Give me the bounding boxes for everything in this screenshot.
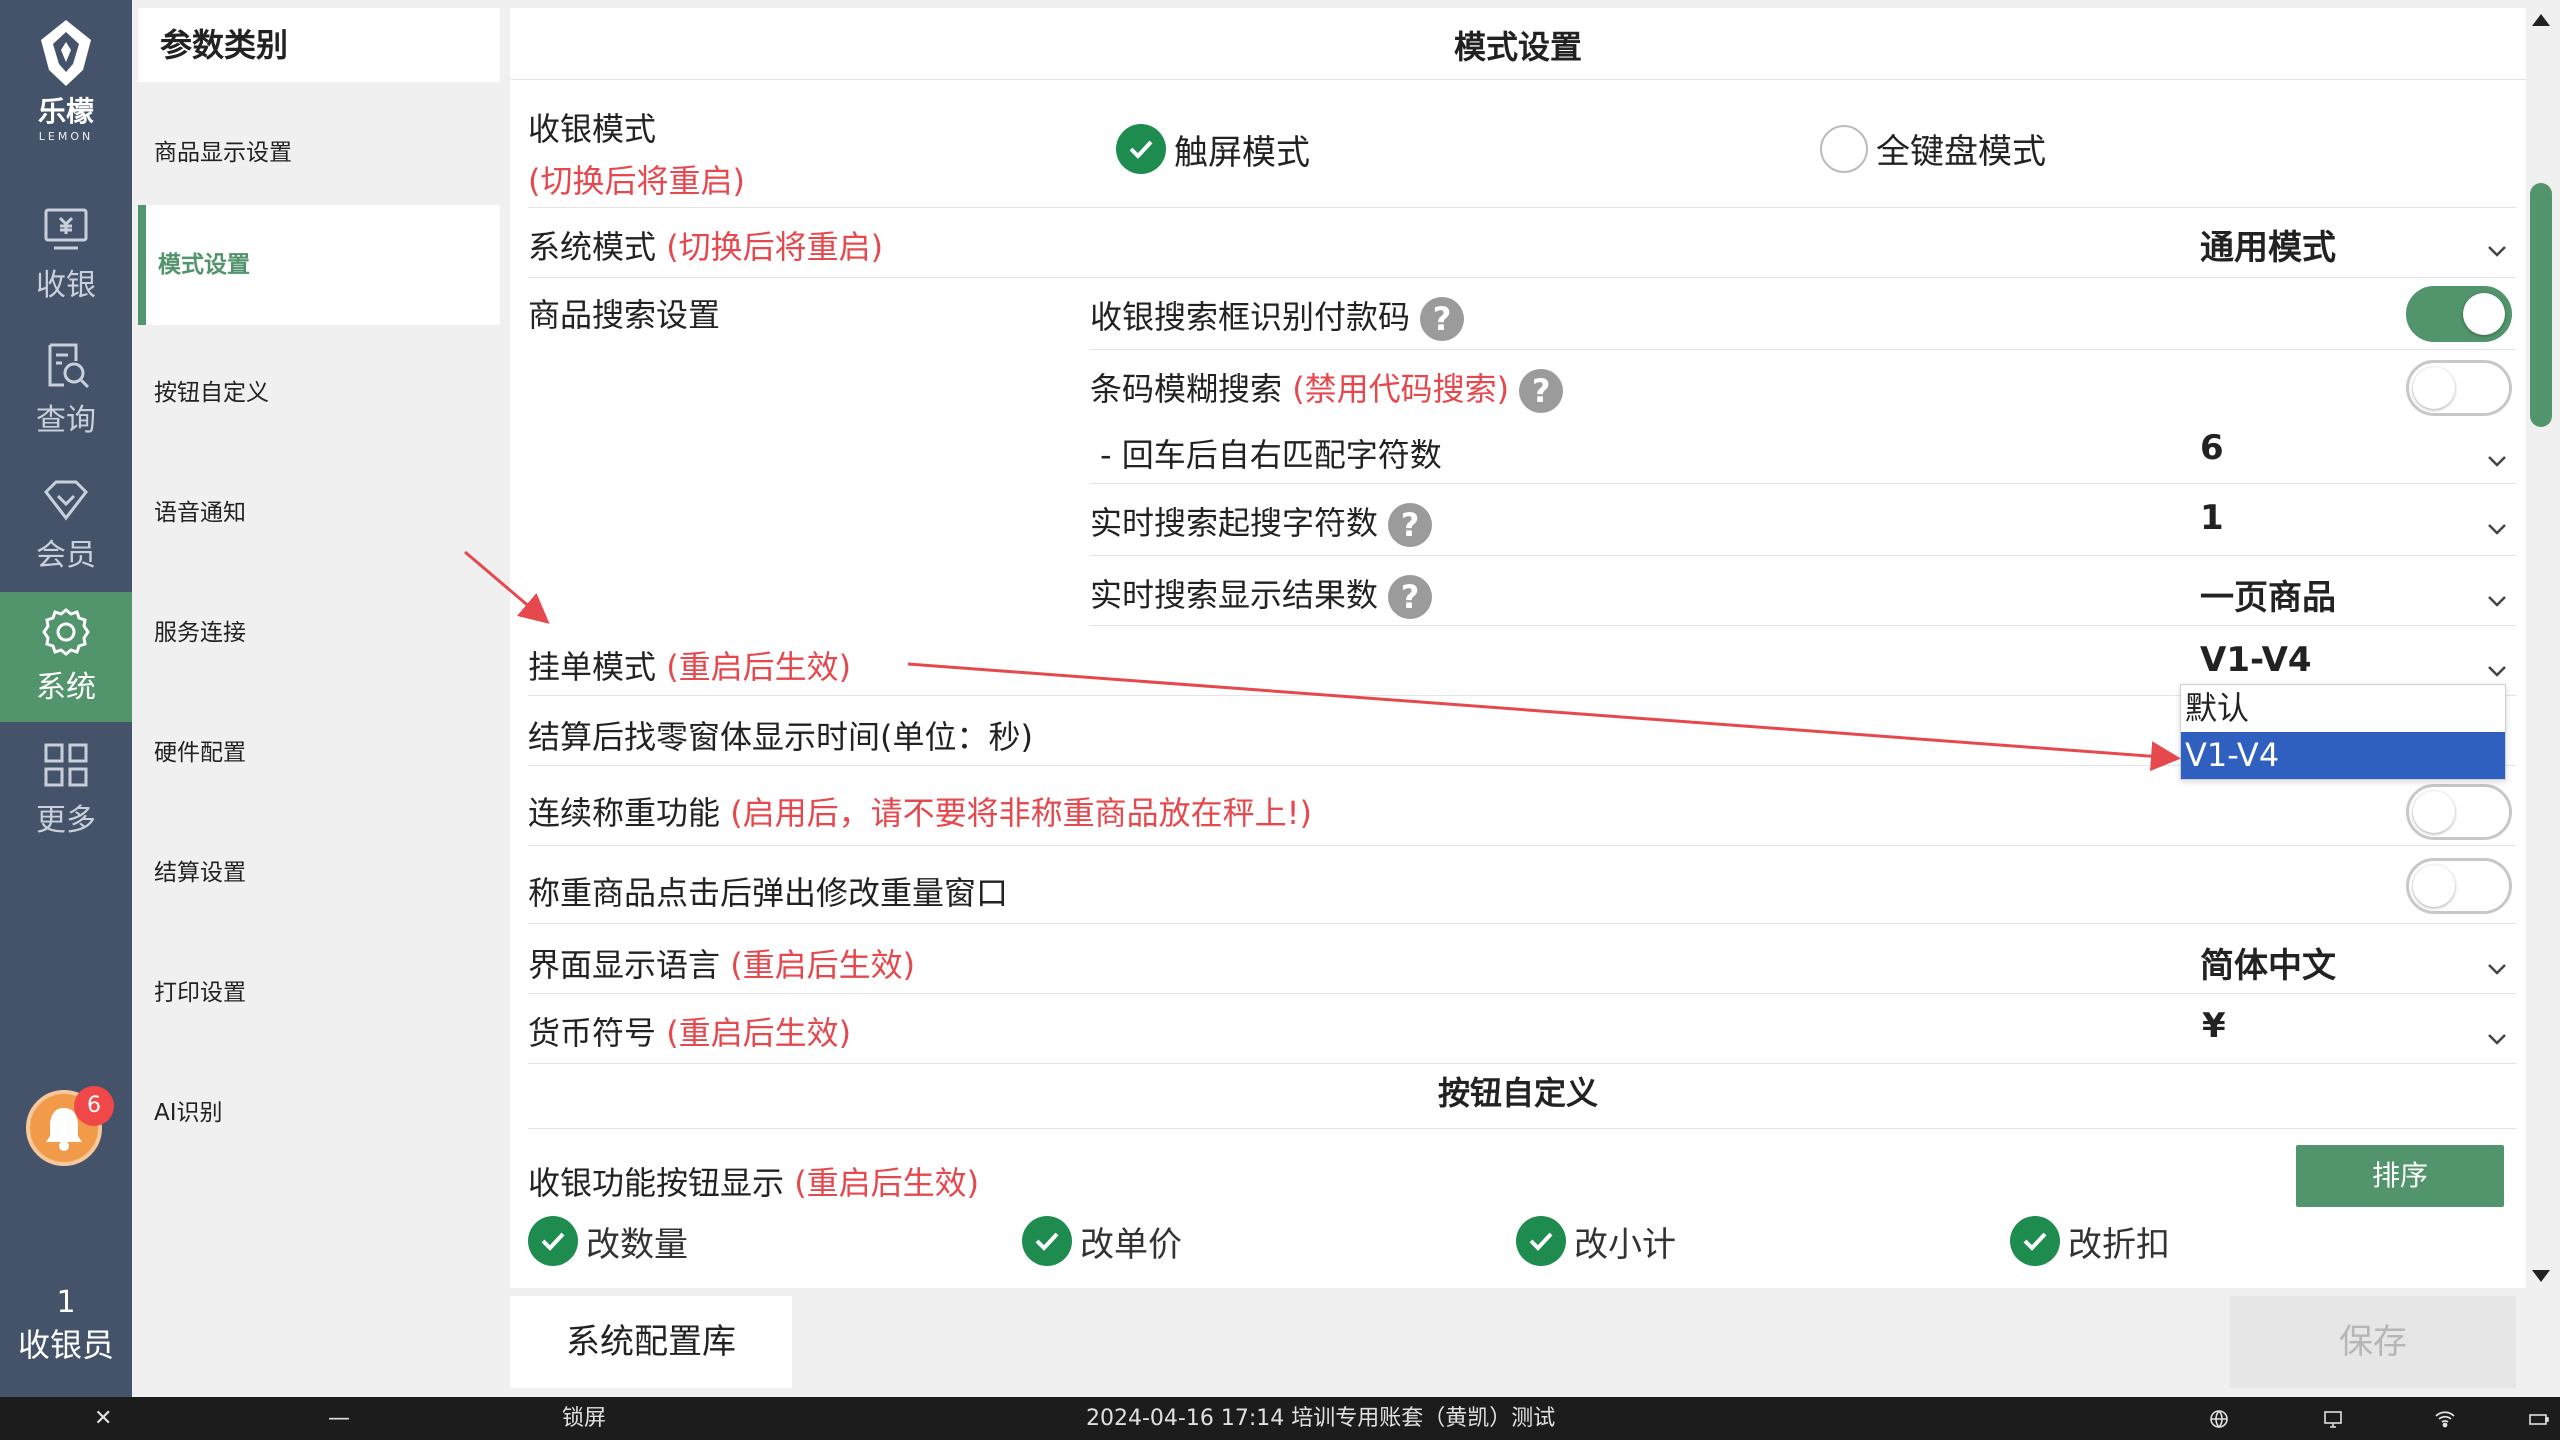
check-icon [1022, 1216, 1072, 1266]
battery-icon[interactable] [2528, 1397, 2550, 1440]
row-weigh-popup: 称重商品点击后弹出修改重量窗口 [528, 846, 2516, 924]
chevron-down-icon [2486, 442, 2508, 467]
nav-item-more[interactable]: 更多 [0, 725, 132, 855]
user-info[interactable]: 1 收银员 [0, 1285, 132, 1366]
query-icon [40, 339, 92, 391]
taskbar: ✕ — 锁屏 2024-04-16 17:14 培训专用账套（黄凯）测试 [0, 1397, 2560, 1440]
close-icon[interactable]: ✕ [94, 1397, 112, 1440]
wifi-icon[interactable] [2434, 1397, 2456, 1440]
dropdown-option-v1v4[interactable]: V1-V4 [2181, 732, 2505, 779]
page-title: 模式设置 [510, 8, 2526, 80]
save-button[interactable]: 保存 [2230, 1296, 2516, 1388]
category-item[interactable]: AI识别 [138, 1053, 500, 1173]
row-fuzzy-search: 条码模糊搜索 (禁用代码搜索)? [1090, 350, 2516, 420]
gear-icon [40, 606, 92, 658]
button-display-label: 收银功能按钮显示 (重启后生效) [528, 1164, 980, 1202]
category-panel: 参数类别 商品显示设置 模式设置 按钮自定义 语音通知 服务连接 硬件配置 结算… [138, 8, 500, 1397]
category-item[interactable]: 语音通知 [138, 453, 500, 573]
scroll-up-icon[interactable] [2530, 10, 2552, 30]
row-start-chars[interactable]: 实时搜索起搜字符数? 1 [1090, 484, 2516, 556]
toggle-continuous-weigh[interactable] [2406, 784, 2512, 840]
chevron-down-icon [2486, 652, 2508, 677]
lemon-logo-icon [37, 18, 95, 88]
scrollbar[interactable] [2528, 8, 2554, 1288]
system-mode-value: 通用模式 [2200, 228, 2336, 268]
toggle-fuzzy-search[interactable] [2406, 360, 2512, 416]
config-library-button[interactable]: 系统配置库 [510, 1296, 792, 1388]
category-item-active[interactable]: 模式设置 [138, 205, 500, 325]
brand-name: 乐檬 [37, 95, 94, 128]
row-system-mode[interactable]: 系统模式 (切换后将重启) 通用模式 [528, 208, 2516, 278]
radio-touch-mode[interactable]: 触屏模式 [1116, 124, 1310, 174]
toggle-weigh-popup[interactable] [2406, 858, 2512, 914]
category-item[interactable]: 服务连接 [138, 573, 500, 693]
category-item[interactable]: 硬件配置 [138, 693, 500, 813]
checkbox-price[interactable]: 改单价 [1022, 1216, 1182, 1266]
category-header: 参数类别 [138, 8, 500, 82]
monitor-icon[interactable] [2322, 1397, 2344, 1440]
settings-panel: 模式设置 收银模式 (切换后将重启) 触屏模式 全键盘模式 系统模式 (切换后将… [510, 8, 2526, 1288]
row-search-paycode: 收银搜索框识别付款码? [1090, 278, 2516, 350]
row-language[interactable]: 界面显示语言 (重启后生效) 简体中文 [528, 924, 2516, 994]
help-icon[interactable]: ? [1519, 369, 1564, 413]
brand-sub: LEMON [38, 130, 94, 143]
row-result-count[interactable]: 实时搜索显示结果数? 一页商品 [1090, 556, 2516, 626]
chevron-down-icon [2486, 950, 2508, 975]
sort-button[interactable]: 排序 [2296, 1145, 2504, 1207]
chevron-down-icon [2486, 1020, 2508, 1045]
help-icon[interactable]: ? [1388, 503, 1433, 547]
nav-item-system[interactable]: 系统 [0, 592, 132, 722]
chevron-down-icon [2486, 232, 2508, 257]
scroll-thumb[interactable] [2530, 183, 2552, 427]
help-icon[interactable]: ? [1420, 297, 1465, 341]
nav-item-cashier[interactable]: 收银 [0, 190, 132, 320]
category-item[interactable]: 按钮自定义 [138, 333, 500, 453]
row-currency[interactable]: 货币符号 (重启后生效) ¥ [528, 994, 2516, 1064]
chevron-down-icon [2486, 510, 2508, 535]
minimize-icon[interactable]: — [328, 1397, 350, 1440]
hold-mode-dropdown[interactable]: 默认 V1-V4 [2180, 684, 2506, 780]
search-section-label: 商品搜索设置 [528, 296, 721, 334]
grid-icon [40, 739, 92, 791]
status-text: 2024-04-16 17:14 培训专用账套（黄凯）测试 [1086, 1406, 1556, 1431]
checkbox-qty[interactable]: 改数量 [528, 1216, 688, 1266]
member-icon [40, 474, 92, 526]
section-title-buttons: 按钮自定义 [1437, 1074, 1598, 1112]
toggle-paycode[interactable] [2406, 286, 2512, 342]
scroll-down-icon[interactable] [2530, 1266, 2552, 1286]
nav-item-member[interactable]: 会员 [0, 460, 132, 590]
checkbox-discount[interactable]: 改折扣 [2010, 1216, 2170, 1266]
help-icon[interactable]: ? [1388, 575, 1433, 619]
category-item[interactable]: 结算设置 [138, 813, 500, 933]
main-nav: 乐檬 LEMON 收银 查询 会员 系统 更多 6 1 收银员 [0, 0, 132, 1397]
chevron-down-icon [2486, 582, 2508, 607]
category-item[interactable]: 打印设置 [138, 933, 500, 1053]
notification-badge: 6 [74, 1086, 114, 1126]
check-icon [2010, 1216, 2060, 1266]
cashier-icon [40, 204, 92, 256]
nav-item-query[interactable]: 查询 [0, 325, 132, 455]
row-match-count[interactable]: - 回车后自右匹配字符数 6 [1090, 420, 2516, 484]
check-icon [528, 1216, 578, 1266]
checkbox-subtotal[interactable]: 改小计 [1516, 1216, 1676, 1266]
row-cashier-mode: 收银模式 (切换后将重启) 触屏模式 全键盘模式 [528, 80, 2516, 208]
check-icon [1516, 1216, 1566, 1266]
check-icon [1116, 124, 1166, 174]
lock-screen-button[interactable]: 锁屏 [562, 1397, 606, 1440]
category-item[interactable]: 商品显示设置 [138, 93, 500, 213]
brand-logo: 乐檬 LEMON [0, 18, 132, 143]
hold-mode-value: V1-V4 [2200, 640, 2312, 680]
globe-icon[interactable] [2208, 1397, 2230, 1440]
radio-off-icon [1820, 124, 1868, 173]
dropdown-option-default[interactable]: 默认 [2181, 685, 2505, 732]
radio-keyboard-mode[interactable]: 全键盘模式 [1820, 124, 2046, 173]
